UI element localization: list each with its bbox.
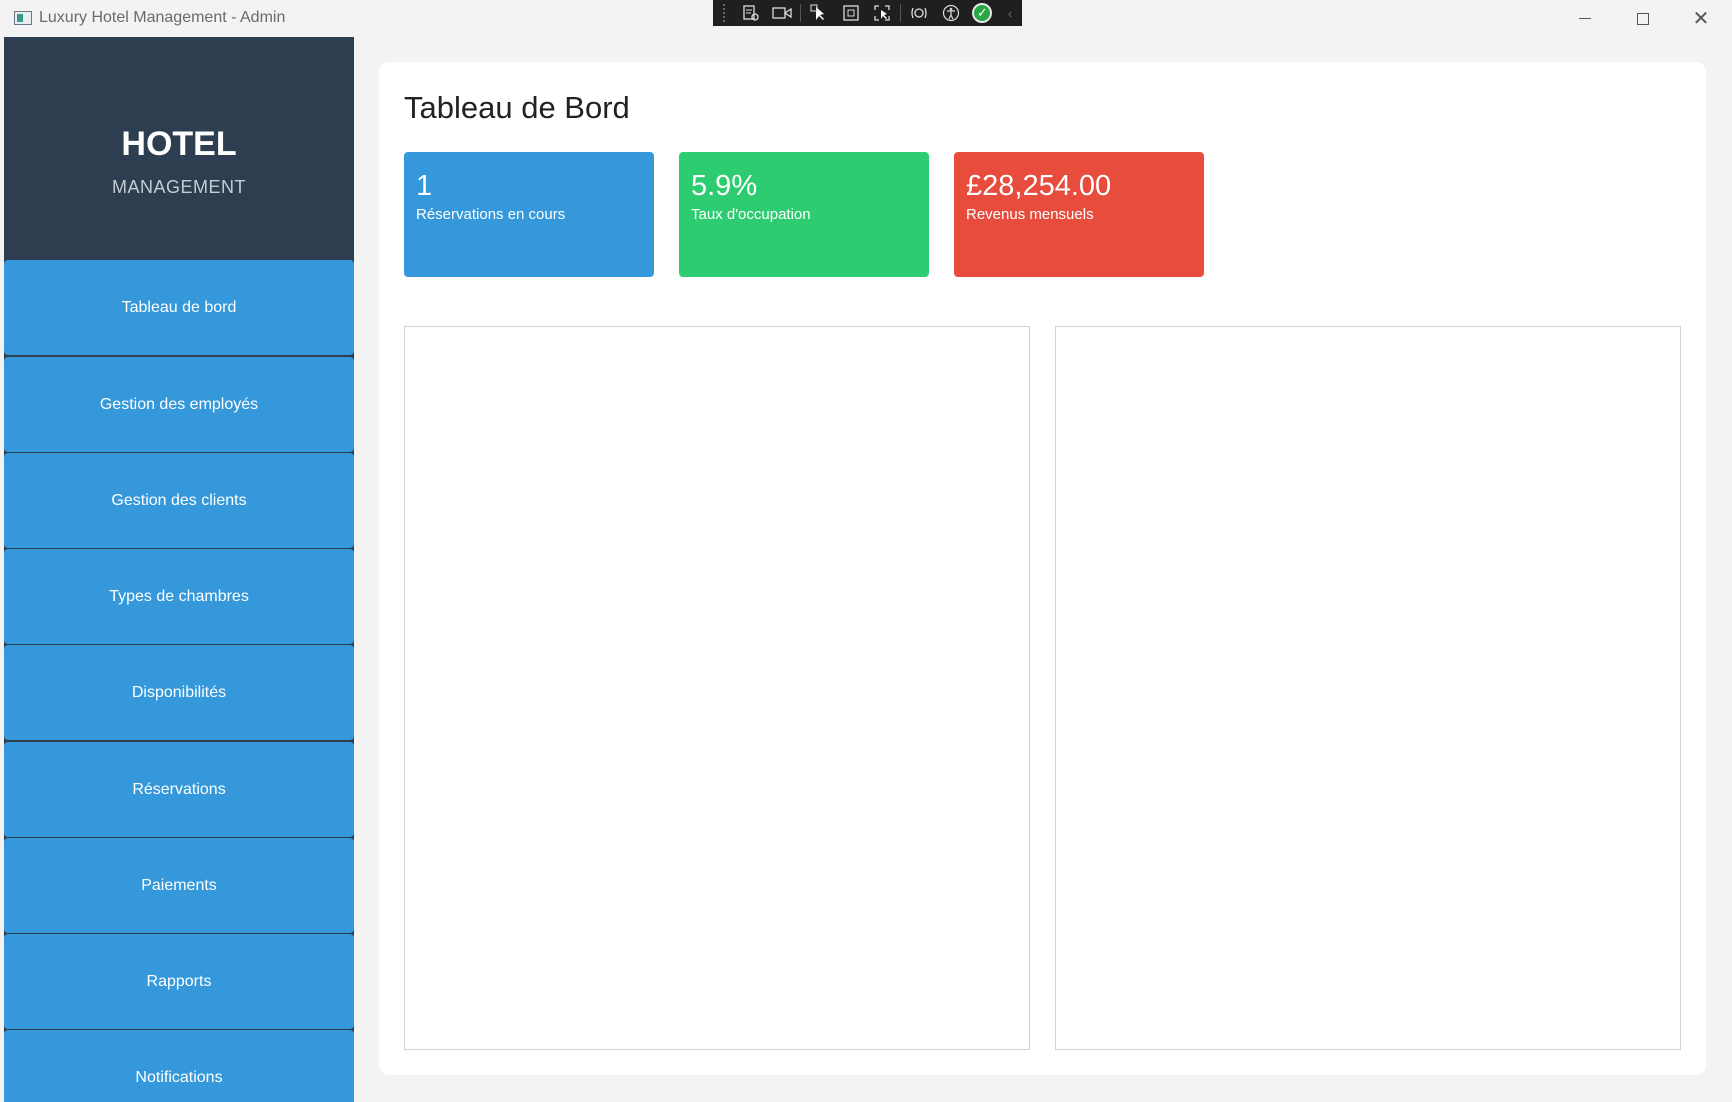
close-icon: ✕ — [1692, 7, 1710, 30]
toolbar-separator — [800, 4, 802, 22]
stat-value: 1 — [416, 170, 433, 202]
minimize-icon — [1579, 18, 1591, 19]
stat-label: Réservations en cours — [416, 206, 566, 223]
brand-header: HOTEL MANAGEMENT — [4, 37, 354, 260]
brand-subtitle: MANAGEMENT — [111, 177, 246, 197]
nav-button-employees[interactable]: Gestion des employés — [4, 357, 354, 452]
hot-reload-ok-icon[interactable]: ✓ — [967, 0, 999, 26]
nav-button-dashboard[interactable]: Tableau de bord — [4, 260, 354, 355]
check-icon: ✓ — [972, 3, 993, 23]
dashboard-panel: Tableau de Bord 1 Réservations en cours … — [379, 62, 1706, 1075]
nav-button-availability[interactable]: Disponibilités — [4, 645, 354, 740]
toolbar-separator — [900, 4, 902, 22]
maximize-icon — [1637, 12, 1649, 25]
close-button[interactable]: ✕ — [1672, 0, 1730, 37]
chart-panel-right — [1055, 326, 1681, 1050]
nav-button-reports[interactable]: Rapports — [4, 934, 354, 1029]
track-focused-element-icon[interactable] — [867, 0, 899, 26]
collapse-chevron-icon[interactable]: ‹ — [998, 5, 1022, 21]
nav-button-payments[interactable]: Paiements — [4, 838, 354, 933]
maximize-button[interactable] — [1614, 0, 1672, 37]
stat-card-monthly-revenue: £28,254.00 Revenus mensuels — [954, 152, 1204, 277]
display-layout-adorners-icon[interactable] — [835, 0, 867, 26]
binding-failures-icon[interactable] — [903, 0, 935, 26]
live-visual-tree-icon[interactable] — [735, 0, 767, 26]
nav-button-clients[interactable]: Gestion des clients — [4, 453, 354, 548]
chart-panel-left — [404, 326, 1030, 1050]
accessibility-icon[interactable] — [935, 0, 967, 26]
window-title: Luxury Hotel Management - Admin — [39, 9, 286, 26]
stat-label: Taux d'occupation — [691, 206, 811, 223]
stat-card-occupancy-rate: 5.9% Taux d'occupation — [679, 152, 929, 277]
select-element-icon[interactable] — [803, 0, 835, 26]
record-icon[interactable] — [767, 0, 799, 26]
page-title: Tableau de Bord — [404, 90, 630, 125]
nav-button-reservations[interactable]: Réservations — [4, 742, 354, 837]
debug-toolbar: ✓ ‹ — [713, 0, 1022, 26]
stat-label: Revenus mensuels — [966, 206, 1094, 223]
app-icon — [14, 11, 32, 25]
stat-card-current-reservations: 1 Réservations en cours — [404, 152, 654, 277]
nav-button-notifications[interactable]: Notifications — [4, 1030, 354, 1102]
stat-value: £28,254.00 — [966, 170, 1112, 202]
stat-value: 5.9% — [691, 170, 758, 202]
minimize-button[interactable] — [1556, 0, 1614, 37]
sidebar: HOTEL MANAGEMENT Tableau de bord Gestion… — [4, 37, 354, 1102]
toolbar-grip-icon[interactable] — [723, 4, 727, 22]
nav-button-room-types[interactable]: Types de chambres — [4, 549, 354, 644]
brand-title: HOTEL — [121, 125, 237, 163]
